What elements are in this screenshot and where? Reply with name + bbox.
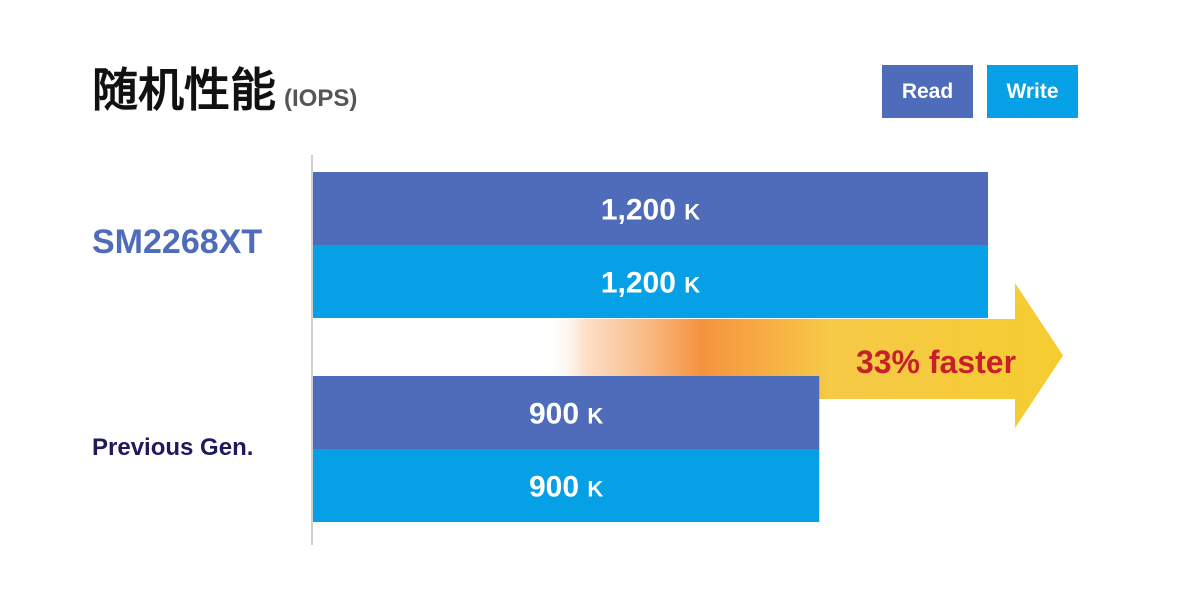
bar-chart: 33% faster 1,200 K1,200 K900 K900 K	[311, 155, 1063, 545]
faster-annotation: 33% faster	[856, 344, 1016, 380]
